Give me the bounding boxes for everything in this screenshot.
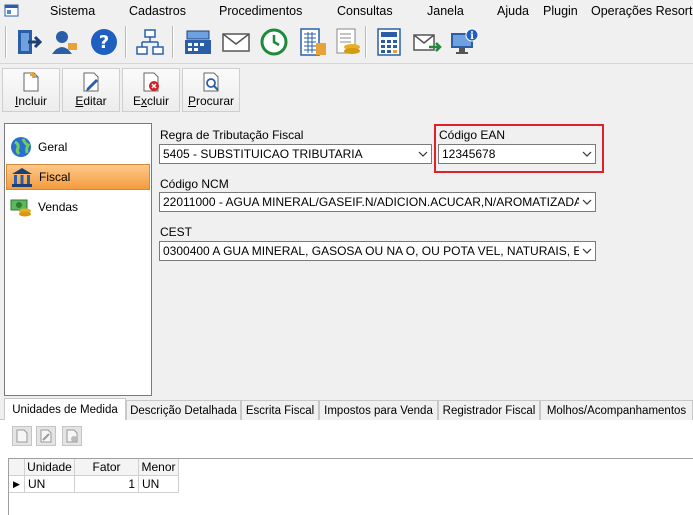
- codigo-ncm-select[interactable]: 22011000 - AGUA MINERAL/GASEIF.N/ADICION…: [159, 192, 596, 212]
- cest-label: CEST: [160, 225, 193, 239]
- menu-consultas[interactable]: Consultas: [337, 4, 393, 18]
- bank-icon: [12, 168, 32, 187]
- svg-text:i: i: [470, 31, 474, 42]
- table-cell-fator[interactable]: 1: [75, 476, 139, 493]
- menu-sistema[interactable]: Sistema: [50, 4, 95, 18]
- procurar-button[interactable]: Procurar: [182, 68, 240, 112]
- procurar-label: Procurar: [187, 94, 235, 108]
- regra-tributacao-select[interactable]: 5405 - SUBSTITUICAO TRIBUTARIA: [159, 144, 432, 164]
- svg-text:?: ?: [99, 32, 109, 53]
- delete-document-icon: [143, 72, 159, 92]
- calculator-icon[interactable]: [371, 24, 407, 60]
- cash-register-icon[interactable]: [180, 24, 216, 60]
- cest-value: 0300400 A GUA MINERAL, GASOSA OU NA O, O…: [163, 244, 579, 258]
- clock-refresh-icon[interactable]: [256, 24, 292, 60]
- nav-item-fiscal[interactable]: Fiscal: [6, 164, 150, 190]
- search-document-icon: [203, 72, 219, 92]
- menu-bar: Sistema Cadastros Procedimentos Consulta…: [0, 0, 693, 22]
- category-nav: Geral Fiscal Vendas: [4, 123, 152, 396]
- codigo-ncm-label: Código NCM: [160, 177, 229, 191]
- edit-unit-button[interactable]: [36, 426, 56, 446]
- column-header-unidade[interactable]: Unidade: [25, 459, 75, 476]
- money-document-icon[interactable]: [330, 24, 366, 60]
- incluir-button[interactable]: Incluir: [2, 68, 60, 112]
- chevron-down-icon[interactable]: [579, 242, 595, 260]
- globe-icon: [11, 137, 31, 157]
- chevron-down-icon[interactable]: [579, 193, 595, 211]
- tab-registrador-fiscal[interactable]: Registrador Fiscal: [438, 400, 540, 420]
- tab-descricao-detalhada[interactable]: Descrição Detalhada: [126, 400, 241, 420]
- regra-tributacao-label: Regra de Tributação Fiscal: [160, 128, 304, 142]
- column-header-menor[interactable]: Menor: [139, 459, 179, 476]
- main-toolbar: ? i: [0, 22, 693, 64]
- user-icon[interactable]: [46, 24, 82, 60]
- menu-operacoes-resort[interactable]: Operações Resort: [591, 4, 692, 18]
- codigo-ncm-value: 22011000 - AGUA MINERAL/GASEIF.N/ADICION…: [163, 195, 579, 209]
- nav-item-label: Fiscal: [39, 170, 71, 184]
- regra-tributacao-value: 5405 - SUBSTITUICAO TRIBUTARIA: [163, 147, 363, 161]
- monitor-info-icon[interactable]: i: [446, 24, 482, 60]
- nav-item-vendas[interactable]: Vendas: [6, 194, 150, 220]
- delete-unit-button[interactable]: [62, 426, 82, 446]
- table-cell-menor[interactable]: UN: [139, 476, 179, 493]
- tab-impostos-para-venda[interactable]: Impostos para Venda: [319, 400, 438, 420]
- menu-janela[interactable]: Janela: [427, 4, 464, 18]
- delete-document-icon: [66, 429, 78, 443]
- edit-document-icon: [40, 429, 52, 443]
- table-cell-unidade[interactable]: UN: [25, 476, 75, 493]
- exit-icon[interactable]: [10, 24, 46, 60]
- column-header-fator[interactable]: Fator: [75, 459, 139, 476]
- toolbar-grip: [5, 26, 7, 58]
- action-toolbar: Incluir Editar Excluir Procurar: [0, 66, 693, 114]
- editar-button[interactable]: Editar: [62, 68, 120, 112]
- chevron-down-icon[interactable]: [415, 145, 431, 163]
- nav-item-geral[interactable]: Geral: [6, 134, 150, 160]
- excluir-label: Excluir: [132, 94, 170, 108]
- tab-escrita-fiscal[interactable]: Escrita Fiscal: [241, 400, 319, 420]
- detail-tabs: Unidades de Medida Descrição Detalhada E…: [0, 398, 693, 421]
- send-mail-icon[interactable]: [409, 24, 445, 60]
- toolbar-separator: [172, 26, 174, 58]
- incluir-label: Incluir: [14, 94, 48, 108]
- row-indicator: ▶: [9, 476, 25, 493]
- tab-molhos-acompanhamentos[interactable]: Molhos/Acompanhamentos: [540, 400, 693, 420]
- menu-ajuda[interactable]: Ajuda: [497, 4, 529, 18]
- menu-cadastros[interactable]: Cadastros: [129, 4, 186, 18]
- help-icon[interactable]: ?: [86, 24, 122, 60]
- edit-document-icon: [83, 72, 99, 92]
- nav-item-label: Geral: [38, 140, 68, 154]
- grid-corner: [9, 459, 25, 476]
- calculator-document-icon[interactable]: [295, 24, 331, 60]
- cest-select[interactable]: 0300400 A GUA MINERAL, GASOSA OU NA O, O…: [159, 241, 596, 261]
- editar-label: Editar: [75, 94, 107, 108]
- app-icon[interactable]: [4, 3, 19, 18]
- menu-procedimentos[interactable]: Procedimentos: [219, 4, 302, 18]
- nav-item-label: Vendas: [38, 200, 79, 214]
- org-chart-icon[interactable]: [132, 24, 168, 60]
- add-unit-button[interactable]: [12, 426, 32, 446]
- new-document-icon: [23, 72, 39, 92]
- money-icon: [10, 199, 31, 217]
- toolbar-separator: [365, 26, 367, 58]
- mail-icon[interactable]: [218, 24, 254, 60]
- new-document-icon: [16, 429, 28, 443]
- ean-highlight-box: [434, 124, 604, 173]
- excluir-button[interactable]: Excluir: [122, 68, 180, 112]
- toolbar-separator: [125, 26, 127, 58]
- menu-plugin[interactable]: Plugin: [543, 4, 578, 18]
- tab-unidades-de-medida[interactable]: Unidades de Medida: [4, 398, 126, 421]
- units-grid: Unidade Fator Menor ▶ UN 1 UN: [8, 458, 693, 515]
